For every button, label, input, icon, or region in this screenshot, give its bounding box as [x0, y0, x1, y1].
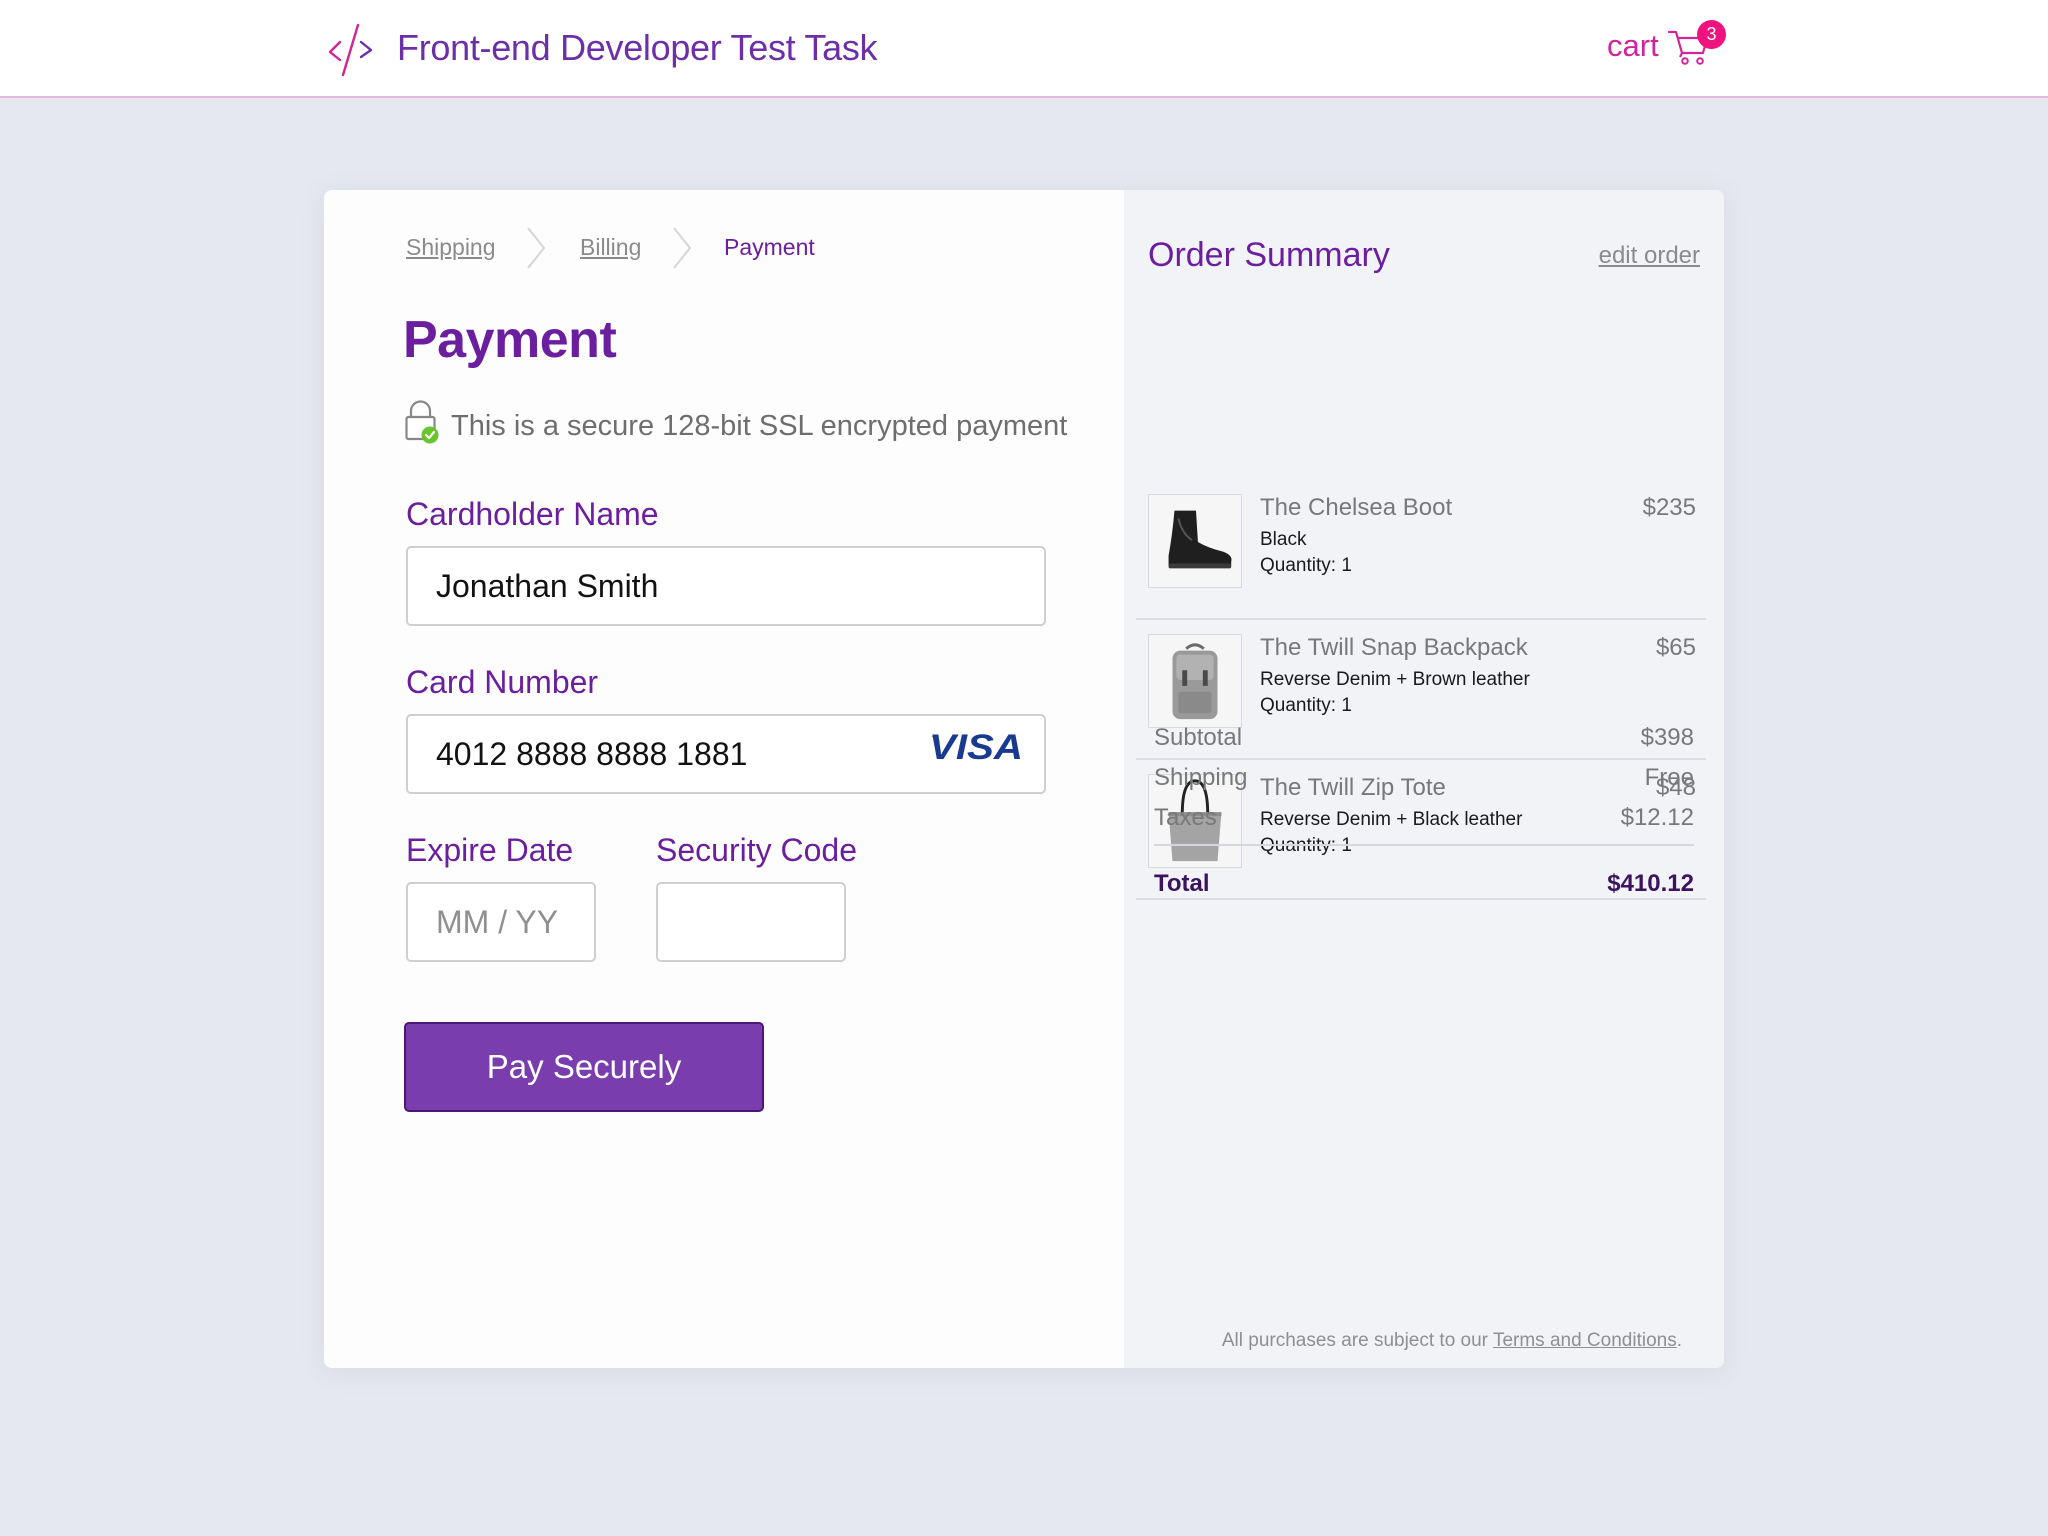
subtotal-value: $398 [1640, 724, 1694, 751]
taxes-value: $12.12 [1620, 804, 1694, 831]
chevron-right-icon [673, 227, 692, 269]
shipping-row: Shipping Free [1154, 764, 1694, 796]
item-price: $235 [1642, 494, 1696, 521]
item-name: The Twill Snap Backpack [1260, 634, 1528, 661]
app-title: Front-end Developer Test Task [397, 27, 878, 68]
chevron-right-icon [527, 227, 546, 269]
card-number-label: Card Number [406, 664, 599, 700]
cardholder-name-label: Cardholder Name [406, 496, 659, 532]
item-variant: Black [1260, 529, 1307, 550]
subtotal-row: Subtotal $398 [1154, 724, 1694, 756]
taxes-row: Taxes $12.12 [1154, 804, 1694, 836]
cardholder-name-input[interactable] [406, 546, 1046, 626]
step-payment[interactable]: Payment [724, 234, 815, 261]
step-billing[interactable]: Billing [580, 234, 641, 261]
terms-link[interactable]: Terms and Conditions [1493, 1330, 1677, 1351]
item-price: $65 [1655, 634, 1696, 661]
subtotal-label: Subtotal [1154, 724, 1243, 751]
totals-divider [1154, 844, 1694, 846]
item-quantity: Quantity: 1 [1260, 695, 1352, 716]
taxes-label: Taxes [1154, 804, 1217, 831]
total-label: Total [1154, 870, 1210, 897]
backpack-icon [1172, 643, 1218, 720]
cart-link[interactable]: cart [1607, 28, 1659, 64]
edit-order-link[interactable]: edit order [1599, 242, 1700, 270]
visa-logo-icon: VISA [929, 728, 1023, 762]
item-quantity: Quantity: 1 [1260, 835, 1352, 856]
product-thumbnail [1148, 494, 1242, 588]
secure-payment-note: This is a secure 128-bit SSL encrypted p… [451, 410, 1068, 442]
pay-securely-button[interactable]: Pay Securely [404, 1022, 764, 1112]
cart-count-badge: 3 [1697, 20, 1726, 49]
security-code-label: Security Code [656, 832, 857, 868]
expire-date-input[interactable] [406, 882, 596, 962]
item-name: The Chelsea Boot [1260, 494, 1453, 521]
legal-end: . [1676, 1330, 1682, 1351]
item-variant: Reverse Denim + Brown leather [1260, 669, 1530, 690]
top-bar: Front-end Developer Test Task cart 3 [0, 0, 2048, 98]
shipping-value: Free [1644, 764, 1694, 791]
legal-note: All purchases are subject to our Terms a… [1222, 1330, 1682, 1352]
checkout-card: Shipping Billing Payment Payment This is… [324, 190, 1724, 1368]
secure-lock-icon [405, 400, 439, 444]
total-value: $410.12 [1607, 870, 1694, 897]
product-thumbnail [1148, 634, 1242, 728]
expire-date-label: Expire Date [406, 832, 574, 868]
page-title: Payment [403, 311, 617, 369]
item-quantity: Quantity: 1 [1260, 555, 1352, 576]
order-item-chelsea-boot: The Chelsea Boot Black Quantity: 1 $235 [1136, 480, 1706, 620]
legal-text: All purchases are subject to our [1221, 1330, 1489, 1351]
order-summary-title: Order Summary [1148, 236, 1390, 274]
code-logo-icon [328, 23, 373, 77]
security-code-input[interactable] [656, 882, 846, 962]
svg-text:VISA: VISA [929, 728, 1023, 762]
step-shipping[interactable]: Shipping [406, 234, 496, 261]
boot-icon [1168, 510, 1232, 569]
total-row: Total $410.12 [1154, 870, 1694, 904]
shipping-label: Shipping [1154, 764, 1248, 791]
